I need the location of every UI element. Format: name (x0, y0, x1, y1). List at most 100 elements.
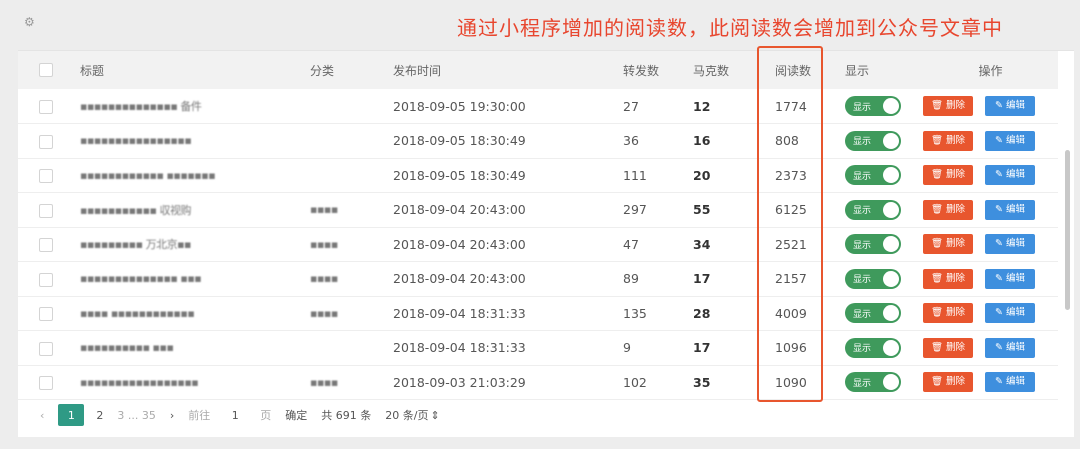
row-checkbox-cell[interactable] (18, 227, 74, 262)
page-current[interactable]: 1 (58, 404, 85, 426)
row-checkbox[interactable] (39, 99, 53, 114)
show-toggle-cell: 显示 (835, 193, 923, 228)
row-checkbox[interactable] (39, 203, 53, 218)
show-toggle[interactable]: 显示 (845, 130, 901, 151)
delete-button[interactable]: 🗑 删除 (923, 234, 973, 255)
gear-icon[interactable]: ⚙ (24, 16, 36, 28)
delete-button[interactable]: 🗑 删除 (923, 268, 973, 289)
row-checkbox-cell[interactable] (18, 124, 74, 159)
article-title[interactable]: ▪▪▪▪▪▪▪▪▪ 万北京▪▪ (74, 227, 308, 262)
article-publish-time: 2018-09-03 21:03:29 (393, 374, 526, 390)
delete-button[interactable]: 🗑 删除 (923, 199, 973, 220)
article-publish-time: 2018-09-04 20:43:00 (393, 236, 526, 252)
row-checkbox-cell[interactable] (18, 296, 74, 331)
row-checkbox[interactable] (39, 134, 53, 149)
row-checkbox[interactable] (39, 272, 53, 287)
table-row[interactable]: ▪▪▪▪▪▪▪▪▪▪▪▪▪▪▪▪▪ ▪▪▪▪ 2018-09-03 21:03:… (18, 365, 1058, 400)
delete-label: 删除 (946, 169, 966, 181)
chevron-left-icon[interactable]: ‹ (40, 409, 44, 422)
show-toggle-cell: 显示 (835, 365, 923, 400)
trash-icon: 🗑 (930, 341, 943, 353)
row-checkbox-cell[interactable] (18, 365, 74, 400)
article-title[interactable]: ▪▪▪▪▪▪▪▪▪▪▪▪▪▪ ▪▪▪ (74, 262, 308, 297)
row-checkbox-cell[interactable] (18, 193, 74, 228)
actions-cell: 🗑 删除 ✎ 编辑 (923, 262, 1058, 297)
show-toggle[interactable]: 显示 (845, 372, 901, 393)
article-title[interactable]: ▪▪▪▪▪▪▪▪▪▪▪▪▪▪▪▪▪ (74, 365, 308, 400)
page-size-select[interactable]: 20 条/页 ⇕ (385, 407, 439, 423)
confirm-button[interactable]: 确定 (285, 407, 307, 423)
article-category (308, 158, 391, 193)
table-row[interactable]: ▪▪▪▪▪▪▪▪▪▪▪▪▪▪ 备件 2018-09-05 19:30:00 27… (18, 89, 1058, 124)
row-checkbox-cell[interactable] (18, 158, 74, 193)
show-toggle[interactable]: 显示 (845, 96, 901, 116)
edit-button[interactable]: ✎ 编辑 (985, 199, 1035, 220)
header-category: 分类 (310, 63, 335, 78)
edit-button[interactable]: ✎ 编辑 (985, 303, 1035, 324)
edit-button[interactable]: ✎ 编辑 (985, 130, 1035, 151)
delete-button[interactable]: 🗑 删除 (923, 303, 973, 324)
table-row[interactable]: ▪▪▪▪ ▪▪▪▪▪▪▪▪▪▪▪▪ ▪▪▪▪ 2018-09-04 18:31:… (18, 296, 1058, 331)
delete-label: 删除 (946, 238, 966, 250)
table-row[interactable]: ▪▪▪▪▪▪▪▪▪▪▪▪▪▪▪▪ 2018-09-05 18:30:49 36 … (18, 124, 1058, 159)
row-checkbox[interactable] (39, 238, 53, 252)
row-checkbox[interactable] (39, 341, 53, 356)
header-select-all[interactable] (18, 51, 74, 89)
goto-page-input[interactable] (224, 408, 247, 422)
pencil-icon: ✎ (994, 272, 1003, 284)
table-header-row: 标题 分类 发布时间 转发数 马克数 阅读数 显示 操作 (18, 51, 1058, 89)
toggle-knob (883, 167, 899, 184)
show-toggle-cell: 显示 (835, 296, 923, 331)
table-row[interactable]: ▪▪▪▪▪▪▪▪▪▪▪ 収视购 ▪▪▪▪ 2018-09-04 20:43:00… (18, 193, 1058, 228)
table-row[interactable]: ▪▪▪▪▪▪▪▪▪▪ ▪▪▪ 2018-09-04 18:31:33 9 17 … (18, 331, 1058, 366)
edit-label: 编辑 (1005, 272, 1025, 284)
article-title[interactable]: ▪▪▪▪▪▪▪▪▪▪▪ 収视购 (74, 193, 308, 228)
row-checkbox[interactable] (39, 169, 53, 183)
page-next-number[interactable]: 2 (96, 409, 103, 422)
toggle-knob (883, 339, 899, 356)
edit-button[interactable]: ✎ 编辑 (985, 337, 1035, 358)
delete-button[interactable]: 🗑 删除 (923, 130, 973, 151)
edit-button[interactable]: ✎ 编辑 (985, 96, 1035, 116)
header-show: 显示 (845, 63, 870, 78)
show-toggle-label: 显示 (853, 309, 872, 320)
toggle-knob (883, 98, 899, 114)
article-title[interactable]: ▪▪▪▪ ▪▪▪▪▪▪▪▪▪▪▪▪ (74, 296, 308, 331)
show-toggle[interactable]: 显示 (845, 268, 901, 289)
show-toggle[interactable]: 显示 (845, 303, 901, 324)
row-checkbox-cell[interactable] (18, 89, 74, 124)
pencil-icon: ✎ (994, 203, 1003, 215)
edit-button[interactable]: ✎ 编辑 (985, 165, 1035, 186)
delete-button[interactable]: 🗑 删除 (923, 96, 973, 116)
article-title[interactable]: ▪▪▪▪▪▪▪▪▪▪▪▪▪▪ 备件 (74, 89, 308, 124)
table-row[interactable]: ▪▪▪▪▪▪▪▪▪▪▪▪ ▪▪▪▪▪▪▪ 2018-09-05 18:30:49… (18, 158, 1058, 193)
article-forwards: 36 (623, 133, 639, 149)
delete-button[interactable]: 🗑 删除 (923, 372, 973, 393)
article-title[interactable]: ▪▪▪▪▪▪▪▪▪▪▪▪▪▪▪▪ (74, 124, 308, 159)
show-toggle[interactable]: 显示 (845, 234, 901, 255)
row-checkbox-cell[interactable] (18, 262, 74, 297)
table-row[interactable]: ▪▪▪▪▪▪▪▪▪▪▪▪▪▪ ▪▪▪ ▪▪▪▪ 2018-09-04 20:43… (18, 262, 1058, 297)
page-size-value: 20 条/页 (385, 409, 429, 422)
row-checkbox[interactable] (39, 307, 53, 321)
edit-button[interactable]: ✎ 编辑 (985, 234, 1035, 255)
vertical-scrollbar[interactable] (1065, 150, 1070, 310)
row-checkbox[interactable] (39, 376, 53, 390)
chevron-right-icon[interactable]: › (170, 409, 174, 422)
page-more[interactable]: 3 ... 35 (117, 409, 155, 422)
select-all-checkbox[interactable] (39, 63, 53, 78)
actions-cell: 🗑 删除 ✎ 编辑 (923, 365, 1058, 400)
show-toggle[interactable]: 显示 (845, 337, 901, 358)
row-checkbox-cell[interactable] (18, 331, 74, 366)
show-toggle[interactable]: 显示 (845, 199, 901, 220)
table-row[interactable]: ▪▪▪▪▪▪▪▪▪ 万北京▪▪ ▪▪▪▪ 2018-09-04 20:43:00… (18, 227, 1058, 262)
show-toggle[interactable]: 显示 (845, 165, 901, 186)
annotation-text: 通过小程序增加的阅读数，此阅读数会增加到公众号文章中 (457, 16, 1003, 40)
article-title[interactable]: ▪▪▪▪▪▪▪▪▪▪▪▪ ▪▪▪▪▪▪▪ (74, 158, 308, 193)
article-category: ▪▪▪▪ (310, 237, 338, 251)
edit-button[interactable]: ✎ 编辑 (985, 268, 1035, 289)
delete-button[interactable]: 🗑 删除 (923, 165, 973, 186)
delete-button[interactable]: 🗑 删除 (923, 337, 973, 358)
article-title[interactable]: ▪▪▪▪▪▪▪▪▪▪ ▪▪▪ (74, 331, 308, 366)
edit-button[interactable]: ✎ 编辑 (985, 372, 1035, 393)
